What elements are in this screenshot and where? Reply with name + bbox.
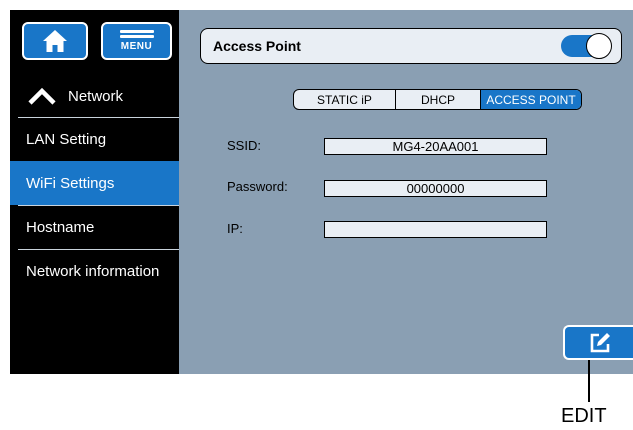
home-button[interactable] bbox=[22, 22, 88, 60]
panel-header: Access Point bbox=[200, 28, 622, 64]
sidebar-item-label: WiFi Settings bbox=[26, 174, 115, 192]
ip-label: IP: bbox=[227, 221, 243, 236]
sidebar-item-label: LAN Setting bbox=[26, 130, 107, 148]
menu-label: MENU bbox=[120, 41, 153, 52]
sidebar-item-label: Network information bbox=[26, 262, 160, 280]
chevron-up-icon bbox=[28, 87, 56, 105]
settings-panel: Access Point STATIC iP DHCP ACCESS POINT… bbox=[179, 10, 633, 374]
sidebar-item-network-information[interactable]: Network information bbox=[10, 249, 179, 293]
sidebar: MENU Network LAN Setting WiFi Settings H… bbox=[10, 10, 179, 374]
access-point-toggle[interactable] bbox=[561, 33, 612, 59]
menu-button[interactable]: MENU bbox=[101, 22, 172, 60]
callout-line bbox=[588, 360, 590, 402]
password-field[interactable]: 00000000 bbox=[324, 180, 547, 197]
mode-selector: STATIC iP DHCP ACCESS POINT bbox=[293, 89, 582, 110]
ssid-field[interactable]: MG4-20AA001 bbox=[324, 138, 547, 155]
sidebar-item-wifi-settings[interactable]: WiFi Settings bbox=[10, 161, 179, 205]
password-label: Password: bbox=[227, 179, 288, 194]
panel-title: Access Point bbox=[213, 38, 301, 54]
mode-dhcp[interactable]: DHCP bbox=[396, 90, 481, 109]
ip-field[interactable] bbox=[324, 221, 547, 238]
toggle-knob bbox=[586, 33, 612, 59]
sidebar-section-label: Network bbox=[68, 87, 124, 105]
sidebar-section-network[interactable]: Network bbox=[10, 75, 179, 117]
sidebar-item-hostname[interactable]: Hostname bbox=[10, 205, 179, 249]
mode-static-ip[interactable]: STATIC iP bbox=[294, 90, 396, 109]
edit-button[interactable] bbox=[563, 325, 633, 360]
menu-bar bbox=[119, 30, 154, 33]
device-screen: MENU Network LAN Setting WiFi Settings H… bbox=[10, 10, 633, 374]
sidebar-item-label: Hostname bbox=[26, 218, 95, 236]
sidebar-item-lan-setting[interactable]: LAN Setting bbox=[10, 117, 179, 161]
edit-icon bbox=[590, 332, 610, 352]
mode-access-point[interactable]: ACCESS POINT bbox=[481, 90, 581, 109]
ssid-label: SSID: bbox=[227, 138, 261, 153]
edit-callout-label: EDIT bbox=[561, 405, 607, 427]
home-icon bbox=[43, 30, 67, 52]
menu-bar bbox=[119, 35, 154, 38]
